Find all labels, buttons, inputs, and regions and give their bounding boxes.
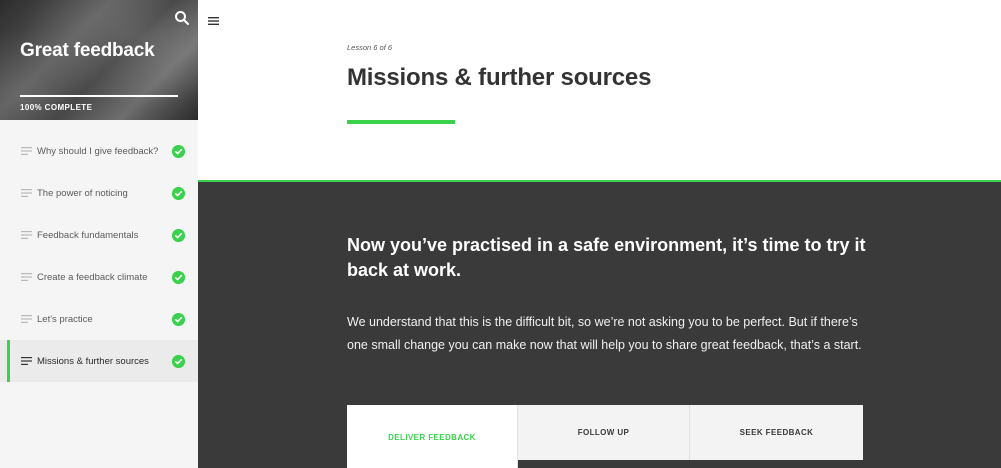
lines-icon	[21, 315, 32, 323]
search-icon[interactable]	[174, 10, 190, 26]
lesson-label: Let's practice	[37, 313, 93, 325]
lesson-list: Why should I give feedback? The power of…	[0, 130, 198, 382]
course-progress-bar	[20, 95, 178, 97]
course-title: Great feedback	[20, 40, 155, 61]
sidebar-item-feedback-climate[interactable]: Create a feedback climate	[0, 256, 198, 298]
tab-deliver-feedback[interactable]: DELIVER FEEDBACK	[347, 405, 518, 468]
check-circle-icon	[172, 313, 185, 326]
sidebar: Great feedback 100% COMPLETE Why should …	[0, 0, 198, 468]
course-hero: Great feedback 100% COMPLETE	[0, 0, 198, 120]
lesson-label: Feedback fundamentals	[37, 229, 139, 241]
check-circle-icon	[172, 355, 185, 368]
lesson-label: Missions & further sources	[37, 355, 149, 367]
section-heading: Now you’ve practised in a safe environme…	[347, 235, 866, 280]
sidebar-item-why-give-feedback[interactable]: Why should I give feedback?	[0, 130, 198, 172]
sidebar-item-missions[interactable]: Missions & further sources	[0, 340, 198, 382]
sidebar-item-power-of-noticing[interactable]: The power of noticing	[0, 172, 198, 214]
lesson-counter: Lesson 6 of 6	[347, 43, 393, 52]
lesson-label: The power of noticing	[37, 187, 128, 199]
section-body: We understand that this is the difficult…	[347, 315, 862, 352]
course-completion-label: 100% COMPLETE	[20, 103, 93, 112]
content-panel: Now you’ve practised in a safe environme…	[198, 180, 1001, 468]
lines-icon	[21, 189, 32, 197]
lesson-label: Why should I give feedback?	[37, 145, 159, 157]
check-circle-icon	[172, 271, 185, 284]
check-circle-icon	[172, 187, 185, 200]
hamburger-menu-icon[interactable]	[208, 17, 219, 25]
title-underline	[347, 120, 455, 124]
lines-icon	[21, 147, 32, 155]
lines-icon	[21, 231, 32, 239]
lines-icon	[21, 273, 32, 281]
tab-follow-up[interactable]: FOLLOW UP	[518, 405, 690, 460]
check-circle-icon	[172, 229, 185, 242]
lines-icon	[21, 357, 32, 365]
tab-bar: DELIVER FEEDBACK FOLLOW UP SEEK FEEDBACK	[347, 405, 863, 468]
sidebar-item-lets-practice[interactable]: Let's practice	[0, 298, 198, 340]
lesson-label: Create a feedback climate	[37, 271, 148, 283]
page-title: Missions & further sources	[347, 64, 652, 91]
check-circle-icon	[172, 145, 185, 158]
tab-seek-feedback[interactable]: SEEK FEEDBACK	[690, 405, 863, 460]
sidebar-item-feedback-fundamentals[interactable]: Feedback fundamentals	[0, 214, 198, 256]
